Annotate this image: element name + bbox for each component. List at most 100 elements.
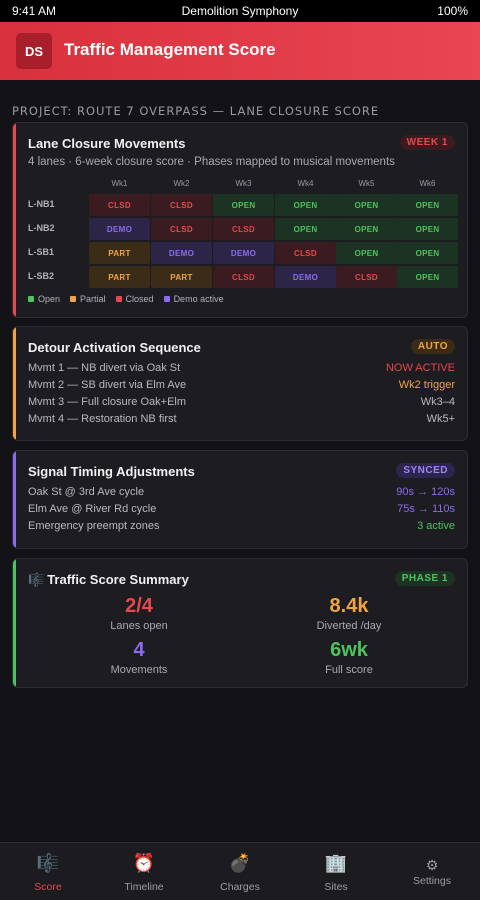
row-value: 3 active — [417, 520, 455, 532]
legend-swatch — [28, 296, 34, 302]
stat-value: 2/4 — [125, 595, 153, 617]
tab-score[interactable]: 🎼 Score — [0, 843, 96, 900]
week-header: Wk6 — [419, 179, 436, 188]
phase-badge: PHASE 1 — [394, 571, 455, 586]
stat-label: Full score — [325, 664, 373, 676]
lane-cell-demo[interactable]: DEMO — [151, 242, 212, 264]
lane-label: L-SB1 — [28, 247, 55, 257]
tab-charges[interactable]: 💣 Charges — [192, 843, 288, 900]
lane-legend: Open Partial Closed Demo active — [28, 294, 224, 304]
row-label: Oak St @ 3rd Ave cycle — [28, 486, 145, 498]
card-title: Lane Closure Movements — [28, 136, 186, 151]
lane-cell-clsd[interactable]: CLSD — [213, 266, 274, 288]
row-value: 90s → 120s — [396, 486, 455, 498]
row-value: Wk2 trigger — [398, 379, 455, 391]
alarm-clock-icon: ⏰ — [132, 853, 156, 873]
lane-cell-open[interactable]: OPEN — [397, 242, 458, 264]
project-label: PROJECT: ROUTE 7 OVERPASS — LANE CLOSURE… — [12, 104, 380, 118]
stat-label: Movements — [110, 664, 168, 676]
status-battery: 100% — [437, 4, 468, 18]
lane-cell-clsd[interactable]: CLSD — [151, 218, 212, 240]
week-badge: WEEK 1 — [399, 135, 455, 150]
legend-swatch — [163, 296, 170, 302]
tab-sites[interactable]: 🏢 Sites — [288, 843, 384, 900]
stat-label: Diverted /day — [316, 620, 382, 632]
lane-label: L-SB2 — [28, 271, 55, 281]
row-value: 75s → 110s — [397, 503, 455, 515]
lane-cell-open[interactable]: OPEN — [336, 242, 397, 264]
legend-item: Open — [28, 294, 60, 304]
lane-cell-demo[interactable]: DEMO — [213, 242, 274, 264]
week-header: Wk4 — [297, 179, 314, 188]
lane-cell-demo[interactable]: DEMO — [275, 266, 336, 288]
legend-label: Closed — [125, 294, 154, 304]
summary-card: 🎼 Traffic Score Summary PHASE 1 2/4 Lanes … — [12, 558, 468, 688]
card-title-text: Traffic Score Summary — [47, 572, 189, 587]
stat-value: 4 — [133, 639, 145, 661]
lane-cell-part[interactable]: PART — [89, 242, 150, 264]
legend-label: Demo active — [173, 294, 224, 304]
card-title: Detour Activation Sequence — [28, 340, 201, 355]
tab-bar: 🎼 Score ⏰ Timeline 💣 Charges 🏢 Sites ⚙ Settings — [0, 842, 480, 900]
building-icon: 🏢 — [324, 853, 348, 873]
row-label: Mvmt 4 — Restoration NB first — [28, 413, 177, 425]
legend-swatch — [115, 296, 122, 302]
stat-label: Lanes open — [110, 620, 168, 632]
lane-cell-part[interactable]: PART — [151, 266, 212, 288]
status-app-name: Demolition Symphony — [181, 4, 299, 18]
week-header: Wk1 — [111, 179, 128, 188]
lane-cell-open[interactable]: OPEN — [275, 218, 336, 240]
lane-cell-clsd[interactable]: CLSD — [151, 194, 212, 216]
lane-label: L-NB1 — [28, 199, 55, 209]
signal-card: Signal Timing Adjustments SYNCED Oak St … — [12, 450, 468, 549]
lane-cell-part[interactable]: PART — [89, 266, 150, 288]
legend-swatch — [70, 296, 77, 302]
page-title: Traffic Management Score — [64, 40, 276, 59]
stat-value: 8.4k — [329, 595, 369, 617]
status-bar: 9:41 AM Demolition Symphony 100% — [0, 0, 480, 22]
lane-cell-open[interactable]: OPEN — [397, 266, 458, 288]
row-value: NOW ACTIVE — [385, 362, 455, 374]
lane-cell-demo[interactable]: DEMO — [89, 218, 150, 240]
row-value: Wk5+ — [426, 413, 455, 425]
music-score-icon: 🎼 — [28, 572, 45, 587]
lane-cell-clsd[interactable]: CLSD — [275, 242, 336, 264]
lane-cell-clsd[interactable]: CLSD — [213, 218, 274, 240]
row-label: Mvmt 3 — Full closure Oak+Elm — [28, 396, 187, 408]
row-label: Elm Ave @ River Rd cycle — [28, 503, 157, 515]
lane-cell-open[interactable]: OPEN — [275, 194, 336, 216]
row-label: Mvmt 1 — NB divert via Oak St — [28, 362, 181, 374]
lane-cell-open[interactable]: OPEN — [213, 194, 274, 216]
legend-label: Partial — [80, 294, 106, 304]
auto-badge: AUTO — [410, 339, 455, 354]
lane-label: L-NB2 — [28, 223, 55, 233]
lane-cell-open[interactable]: OPEN — [397, 194, 458, 216]
tab-timeline[interactable]: ⏰ Timeline — [96, 843, 192, 900]
row-label: Emergency preempt zones — [28, 520, 160, 532]
card-title: 🎼 Traffic Score Summary — [28, 572, 189, 588]
music-score-icon: 🎼 — [36, 853, 60, 873]
tab-settings[interactable]: ⚙ Settings — [384, 843, 480, 900]
legend-item: Demo active — [163, 294, 224, 304]
legend-item: Partial — [70, 294, 106, 304]
row-value: Wk3–4 — [420, 396, 455, 408]
card-title: Signal Timing Adjustments — [28, 464, 195, 479]
detour-card: Detour Activation Sequence AUTO Mvmt 1 —… — [12, 326, 468, 441]
tab-label: Timeline — [124, 881, 164, 893]
tab-label: Score — [34, 881, 62, 893]
lane-cell-open[interactable]: OPEN — [336, 218, 397, 240]
app-bar: DS Traffic Management Score — [0, 22, 480, 80]
week-header: Wk2 — [173, 179, 190, 188]
lane-cell-clsd[interactable]: CLSD — [89, 194, 150, 216]
lane-cell-open[interactable]: OPEN — [397, 218, 458, 240]
legend-item: Closed — [115, 294, 154, 304]
legend-label: Open — [38, 294, 61, 304]
tab-label: Settings — [413, 875, 451, 887]
lane-cell-clsd[interactable]: CLSD — [336, 266, 397, 288]
synced-badge: SYNCED — [396, 463, 455, 478]
week-header: Wk3 — [235, 179, 252, 188]
avatar[interactable]: DS — [16, 33, 52, 69]
lane-cell-open[interactable]: OPEN — [336, 194, 397, 216]
week-header: Wk5 — [358, 179, 375, 188]
bomb-icon: 💣 — [228, 853, 252, 873]
